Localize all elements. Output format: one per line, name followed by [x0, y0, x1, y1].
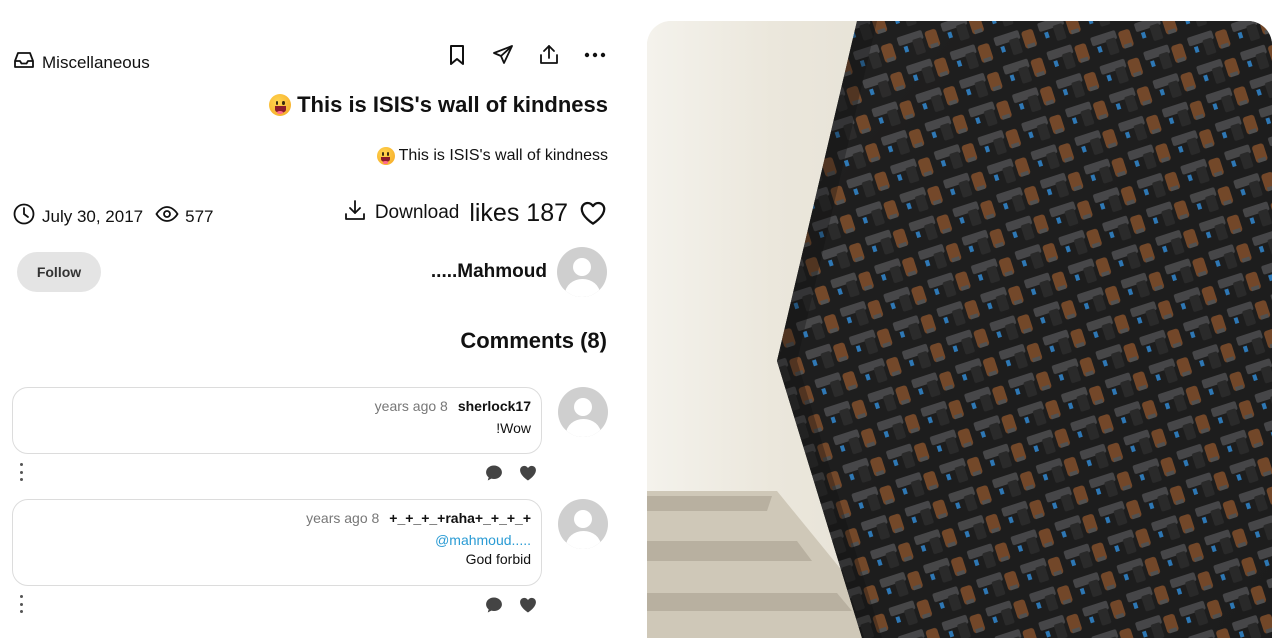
post-title-text: This is ISIS's wall of kindness	[297, 92, 608, 117]
post-details-panel: Miscellaneous This is ISIS's wall of kin…	[0, 0, 620, 638]
likes-count: likes 187	[469, 198, 568, 227]
post-subtitle-text: This is ISIS's wall of kindness	[398, 147, 608, 164]
gun-wall-photo	[647, 21, 1272, 638]
comment-bubble: years ago 8 sherlock17 !Wow	[12, 387, 542, 454]
follow-button[interactable]: Follow	[17, 252, 101, 292]
author-avatar[interactable]	[557, 247, 607, 297]
comment-time: years ago 8	[374, 398, 448, 414]
comment-header: years ago 8 +_+_+_+raha+_+_+_+	[23, 510, 531, 526]
comments-heading: Comments (8)	[460, 328, 607, 353]
bookmark-icon[interactable]	[444, 40, 470, 70]
smiley-tongue-icon	[269, 94, 292, 116]
heart-outline-icon[interactable]	[578, 198, 608, 228]
comment-more-icon[interactable]	[16, 595, 26, 613]
inbox-icon	[12, 48, 36, 77]
comment-avatar[interactable]	[558, 387, 608, 437]
more-icon[interactable]	[582, 40, 608, 70]
comment-avatar[interactable]	[558, 499, 608, 549]
post-topbar: Miscellaneous	[12, 40, 608, 76]
post-image[interactable]	[647, 21, 1272, 638]
share-icon[interactable]	[536, 40, 562, 70]
post-date: July 30, 2017	[42, 206, 144, 226]
post-meta: July 30, 2017 577 Download likes 187	[12, 198, 608, 230]
comment-username[interactable]: +_+_+_+raha+_+_+_+	[389, 510, 531, 526]
view-count: 577	[185, 206, 214, 226]
heart-icon[interactable]	[518, 595, 538, 615]
category-link[interactable]: Miscellaneous	[12, 48, 150, 77]
comment-actions	[484, 595, 538, 615]
comment-text: !Wow	[496, 420, 531, 436]
comment-actions	[484, 463, 538, 483]
clock-icon	[12, 202, 36, 231]
eye-icon	[155, 202, 179, 231]
post-stats: July 30, 2017 577	[12, 202, 214, 231]
comment-username[interactable]: sherlock17	[458, 398, 531, 414]
category-label: Miscellaneous	[42, 52, 150, 72]
comment-item: years ago 8 sherlock17 !Wow	[12, 387, 608, 487]
heart-icon[interactable]	[518, 463, 538, 483]
author-info[interactable]: .....Mahmoud	[431, 247, 607, 297]
comment-item: years ago 8 +_+_+_+raha+_+_+_+ @mahmoud.…	[12, 499, 608, 619]
smiley-tongue-icon	[376, 147, 395, 165]
comment-mention[interactable]: @mahmoud.....	[23, 532, 531, 548]
comment-more-icon[interactable]	[16, 463, 26, 481]
post-subtitle: This is ISIS's wall of kindness	[376, 147, 608, 165]
comment-text: God forbid	[465, 551, 531, 567]
comment-time: years ago 8	[306, 510, 380, 526]
reply-icon[interactable]	[484, 595, 504, 615]
comment-bubble: years ago 8 +_+_+_+raha+_+_+_+ @mahmoud.…	[12, 499, 542, 586]
send-icon[interactable]	[490, 40, 516, 70]
reply-icon[interactable]	[484, 463, 504, 483]
author-name[interactable]: .....Mahmoud	[431, 261, 547, 283]
download-icon	[343, 198, 367, 228]
post-meta-actions: Download likes 187	[343, 198, 608, 228]
post-actions	[444, 40, 608, 70]
comment-header: years ago 8 sherlock17	[23, 398, 531, 414]
download-button[interactable]: Download	[343, 198, 460, 228]
post-title: This is ISIS's wall of kindness	[269, 92, 608, 118]
download-label: Download	[374, 202, 460, 223]
